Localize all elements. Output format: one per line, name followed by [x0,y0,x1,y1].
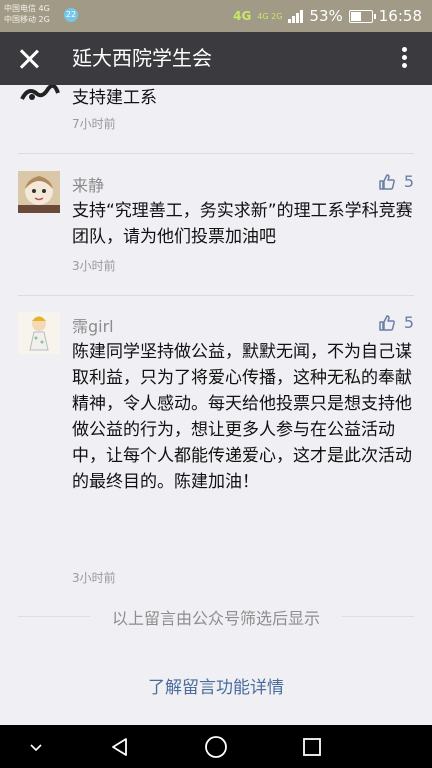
comment-text: 陈建同学坚持做公益，默默无闻，不为自己谋取利益，只为了将爱心传播，这种无私的奉献… [72,342,412,492]
status-bar: 中国电信 4G 中国移动 2G 22 4G 4G 2G 53% 16:58 [0,0,432,32]
commenter-name: 来静 [72,176,105,195]
commenter-name: 霈girl [72,317,114,336]
more-menu-icon[interactable] [394,44,414,74]
like-button[interactable]: 5 [378,313,414,332]
like-count: 5 [403,313,414,332]
system-nav-bar [0,725,432,768]
notification-badge: 22 [64,8,78,22]
battery-icon [348,9,376,23]
comment-time: 7小时前 [72,117,116,131]
divider [18,153,414,154]
clock: 16:58 [378,7,422,25]
network-4g-label: 4G [233,9,252,23]
comment-time: 3小时前 [72,259,116,273]
network-sub-label: 4G 2G [257,11,283,21]
like-button[interactable]: 5 [378,172,414,191]
avatar [18,85,60,105]
comment-text: 支持建工系 [72,88,157,108]
signal-icon [288,9,304,23]
title-bar: 延大西院学生会 [0,32,432,85]
battery-percent: 53% [309,7,343,25]
carrier-2: 中国移动 2G [4,15,50,24]
filter-note: 以上留言由公众号筛选后显示 [0,605,432,629]
avatar[interactable] [18,312,60,354]
divider [18,295,414,296]
home-icon[interactable] [186,725,246,768]
avatar[interactable] [18,171,60,213]
thumbs-up-icon [379,173,395,190]
carrier-1: 中国电信 4G [4,4,50,13]
comment-text: 支持“究理善工，务实求新”的理工系学科竞赛团队，请为他们投票加油吧 [72,201,413,247]
close-icon[interactable] [14,44,44,74]
learn-comments-link[interactable]: 了解留言功能详情 [0,673,432,698]
thumbs-up-icon [379,314,395,331]
carrier-info: 中国电信 4G 中国移动 2G [4,3,50,25]
hide-keyboard-icon[interactable] [6,725,66,768]
back-icon[interactable] [90,725,150,768]
recent-apps-icon[interactable] [282,725,342,768]
status-icons: 4G 4G 2G 53% 16:58 [233,0,422,32]
page-title: 延大西院学生会 [72,46,212,70]
comment-time: 3小时前 [72,571,116,585]
filter-note-text: 以上留言由公众号筛选后显示 [111,609,320,628]
comment-list[interactable]: 支持建工系 7小时前 来静 5 支持“究理善工，务实求新”的理工系学科竞赛团队，… [0,85,432,725]
like-count: 5 [403,172,414,191]
